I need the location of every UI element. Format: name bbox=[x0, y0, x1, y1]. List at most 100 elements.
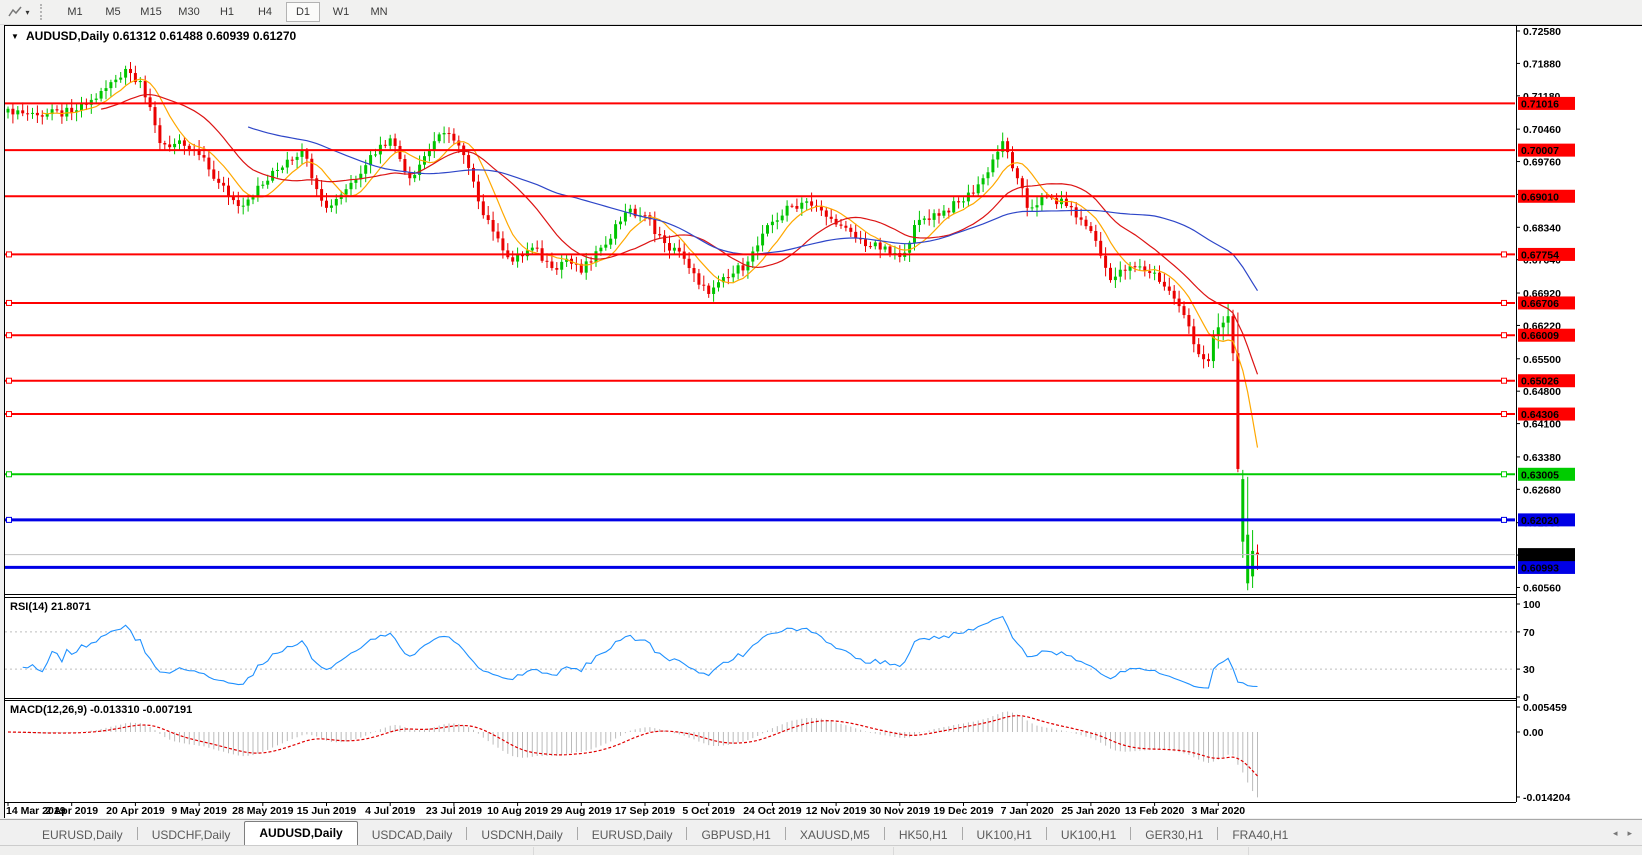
timeframe-button-m30[interactable]: M30 bbox=[172, 2, 206, 22]
candle-body bbox=[1089, 226, 1092, 231]
candle-body bbox=[791, 206, 794, 207]
chart-tab-eurusd-daily[interactable]: EURUSD,Daily bbox=[578, 825, 687, 846]
candle-body bbox=[1036, 205, 1039, 207]
candle-body bbox=[252, 197, 255, 199]
candle-body bbox=[119, 78, 122, 80]
timeframe-button-w1[interactable]: W1 bbox=[324, 2, 358, 22]
candle-body bbox=[173, 144, 176, 147]
price-level-badge-label: 0.64306 bbox=[1521, 409, 1559, 421]
candle-body bbox=[188, 146, 191, 149]
date-tick-label: 17 Sep 2019 bbox=[615, 805, 675, 817]
level-handle[interactable] bbox=[7, 412, 12, 417]
candle-body bbox=[874, 242, 877, 246]
timeframe-button-m15[interactable]: M15 bbox=[134, 2, 168, 22]
candle-body bbox=[320, 189, 323, 201]
timeframe-toolbar: ▾ M1M5M15M30H1H4D1W1MN bbox=[0, 0, 1642, 25]
candle-body bbox=[350, 183, 353, 189]
candle-body bbox=[1212, 336, 1215, 361]
level-handle[interactable] bbox=[1502, 378, 1507, 383]
price-level-badge-label: 0.69010 bbox=[1521, 191, 1559, 203]
candle-body bbox=[952, 201, 955, 212]
chart-tab-usdcad-daily[interactable]: USDCAD,Daily bbox=[358, 825, 467, 846]
chart-tab-eurusd-daily[interactable]: EURUSD,Daily bbox=[28, 825, 137, 846]
candle-body bbox=[702, 285, 705, 286]
level-handle[interactable] bbox=[1502, 252, 1507, 257]
candle-body bbox=[957, 201, 960, 202]
level-handle[interactable] bbox=[1502, 333, 1507, 338]
candle-body bbox=[114, 80, 117, 82]
candle-body bbox=[991, 159, 994, 172]
level-handle[interactable] bbox=[7, 472, 12, 477]
chart-line-tool-icon[interactable]: ▾ bbox=[4, 2, 34, 22]
candle-body bbox=[1183, 306, 1186, 315]
chart-tab-audusd-daily[interactable]: AUDUSD,Daily bbox=[244, 821, 357, 846]
candle-body bbox=[399, 146, 402, 159]
candle-body bbox=[595, 251, 598, 262]
timeframe-button-h1[interactable]: H1 bbox=[210, 2, 244, 22]
timeframe-button-mn[interactable]: MN bbox=[362, 2, 396, 22]
candle-body bbox=[95, 99, 98, 100]
chart-tab-uk100-h1[interactable]: UK100,H1 bbox=[963, 825, 1046, 846]
axis-tick-label: 0.60560 bbox=[1523, 582, 1561, 594]
candle-body bbox=[1163, 282, 1166, 287]
chart-tab-uk100-h1[interactable]: UK100,H1 bbox=[1047, 825, 1130, 846]
level-handle[interactable] bbox=[1502, 472, 1507, 477]
candle-body bbox=[1080, 217, 1083, 219]
level-handle[interactable] bbox=[7, 517, 12, 522]
macd-label: MACD(12,26,9) -0.013310 -0.007191 bbox=[10, 704, 192, 716]
candle-body bbox=[849, 228, 852, 232]
candle-body bbox=[1241, 479, 1244, 542]
candle-body bbox=[697, 273, 700, 284]
candle-body bbox=[100, 91, 103, 99]
timeframe-button-m5[interactable]: M5 bbox=[96, 2, 130, 22]
symbol-expander-icon[interactable]: ▼ bbox=[11, 32, 19, 41]
candle-body bbox=[178, 140, 181, 144]
timeframe-button-d1[interactable]: D1 bbox=[286, 2, 320, 22]
level-handle[interactable] bbox=[1502, 300, 1507, 305]
chart-tab-fra40-h1[interactable]: FRA40,H1 bbox=[1218, 825, 1302, 846]
tab-scroll-left-icon[interactable]: ◂ bbox=[1613, 828, 1618, 839]
level-handle[interactable] bbox=[1502, 517, 1507, 522]
level-handle[interactable] bbox=[7, 333, 12, 338]
tab-scroll-right-icon[interactable]: ▸ bbox=[1627, 828, 1632, 839]
candle-body bbox=[7, 109, 10, 113]
level-handle[interactable] bbox=[7, 252, 12, 257]
candle-body bbox=[668, 243, 671, 251]
candle-body bbox=[776, 220, 779, 221]
candle-body bbox=[840, 225, 843, 226]
candle-body bbox=[301, 150, 304, 156]
chart-tab-gbpusd-h1[interactable]: GBPUSD,H1 bbox=[687, 825, 784, 846]
axis-tick-label: 0.64800 bbox=[1523, 386, 1561, 398]
candle-body bbox=[46, 114, 49, 117]
timeframe-button-m1[interactable]: M1 bbox=[58, 2, 92, 22]
candle-body bbox=[614, 224, 617, 238]
candle-body bbox=[678, 248, 681, 252]
candle-body bbox=[536, 248, 539, 249]
chart-canvas: ▼ AUDUSD,Daily 0.61312 0.61488 0.60939 0.… bbox=[0, 0, 1642, 854]
timeframe-button-h4[interactable]: H4 bbox=[248, 2, 282, 22]
chart-title-ohlc: AUDUSD,Daily 0.61312 0.61488 0.60939 0.6… bbox=[26, 29, 297, 43]
candle-body bbox=[163, 143, 166, 144]
candle-body bbox=[467, 155, 470, 168]
chart-tab-usdcnh-daily[interactable]: USDCNH,Daily bbox=[467, 825, 576, 846]
candle-body bbox=[1148, 271, 1151, 273]
chart-tab-xauusd-m5[interactable]: XAUUSD,M5 bbox=[786, 825, 884, 846]
candle-body bbox=[889, 247, 892, 254]
candle-body bbox=[962, 201, 965, 202]
rsi-axis-label: 30 bbox=[1523, 664, 1535, 676]
candle-body bbox=[158, 125, 161, 143]
level-handle[interactable] bbox=[7, 378, 12, 383]
tool-caret-icon[interactable]: ▾ bbox=[25, 8, 29, 17]
candle-body bbox=[1070, 206, 1073, 207]
price-level-badge-label: 0.67754 bbox=[1521, 249, 1559, 261]
chart-tab-hk50-h1[interactable]: HK50,H1 bbox=[885, 825, 962, 846]
chart-tab-ger30-h1[interactable]: GER30,H1 bbox=[1131, 825, 1217, 846]
date-tick-label: 29 Aug 2019 bbox=[551, 805, 612, 817]
candle-body bbox=[497, 232, 500, 239]
chart-tab-usdchf-daily[interactable]: USDCHF,Daily bbox=[138, 825, 245, 846]
price-level-badge-label: 0.65026 bbox=[1521, 376, 1559, 388]
candle-body bbox=[644, 215, 647, 216]
level-handle[interactable] bbox=[7, 300, 12, 305]
candle-body bbox=[1158, 273, 1161, 282]
level-handle[interactable] bbox=[1502, 412, 1507, 417]
